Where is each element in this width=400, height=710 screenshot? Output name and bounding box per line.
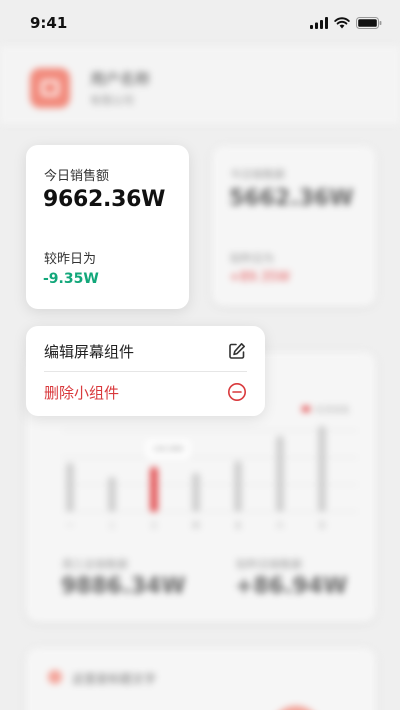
legend-label: 本周销售: [314, 406, 351, 416]
chart-bar: [276, 436, 284, 512]
chart-bar: [150, 467, 158, 512]
chart-tooltip: 136.36W: [146, 440, 190, 458]
user-name: 用户名称: [90, 70, 151, 88]
bottom-card-title: 这里是标题文字: [72, 672, 157, 686]
remove-widget-label: 删除小组件: [44, 383, 120, 402]
compare-value: -9.35W: [43, 271, 99, 287]
secondary-sales-label: 今日销售额: [230, 168, 285, 181]
secondary-sales-value: 5662.36W: [229, 186, 354, 211]
app-header: 用户名称 有限公司: [0, 46, 400, 124]
chart-bar: [234, 460, 242, 512]
legend-marker: [302, 406, 310, 412]
today-sales-label: 今日销售额: [44, 169, 110, 184]
remove-widget-menu-item[interactable]: 删除小组件: [44, 372, 247, 412]
x-tick-label: 六: [276, 521, 284, 530]
stat-left-label: 周三总销售额: [62, 558, 128, 571]
x-tick-label: 四: [192, 521, 200, 530]
gauge-arc: [270, 706, 322, 710]
secondary-compare-label: 较昨日为: [230, 252, 274, 265]
app-logo: [30, 68, 70, 108]
grid-line: [62, 430, 358, 431]
grid-line: [62, 457, 358, 458]
edit-widget-label: 编辑屏幕组件: [44, 342, 135, 361]
chart-bar: [192, 473, 200, 512]
x-tick-label: 二: [108, 521, 116, 530]
chart-bar: [318, 426, 326, 512]
bottom-widget-card: 这里是标题文字: [26, 648, 376, 710]
status-icons: [310, 14, 382, 33]
status-bar: 9:41: [0, 0, 400, 46]
stat-left-value: 9886.34W: [61, 574, 186, 599]
chart-bar: [66, 462, 74, 512]
battery-icon: [356, 14, 382, 33]
signal-icon: [310, 14, 328, 33]
sales-widget-secondary: 今日销售额 5662.36W 较昨日为 +89.35W: [212, 146, 376, 306]
status-time: 9:41: [30, 14, 68, 32]
user-company: 有限公司: [90, 94, 134, 107]
sales-widget-focused[interactable]: 今日销售额 9662.36W 较昨日为 -9.35W: [26, 145, 189, 309]
stat-right-label: 较昨日销售额: [236, 558, 302, 571]
x-tick-label: 日: [318, 521, 326, 530]
grid-line: [62, 484, 358, 485]
compare-label: 较昨日为: [44, 252, 97, 267]
edit-icon: [227, 341, 247, 361]
wifi-icon: [334, 14, 350, 33]
minus-circle-icon: [227, 382, 247, 402]
stat-right-value: +86.94W: [235, 574, 348, 599]
x-tick-label: 一: [66, 521, 74, 530]
secondary-compare-value: +89.35W: [229, 270, 290, 285]
title-icon: [48, 670, 62, 684]
grid-line: [62, 511, 358, 512]
x-tick-label: 五: [234, 521, 242, 530]
today-sales-value: 9662.36W: [43, 187, 166, 212]
edit-widget-menu-item[interactable]: 编辑屏幕组件: [44, 331, 247, 371]
widget-context-menu: 编辑屏幕组件 删除小组件: [26, 326, 265, 416]
x-tick-label: 三: [150, 521, 158, 530]
chart-bar: [108, 477, 116, 512]
